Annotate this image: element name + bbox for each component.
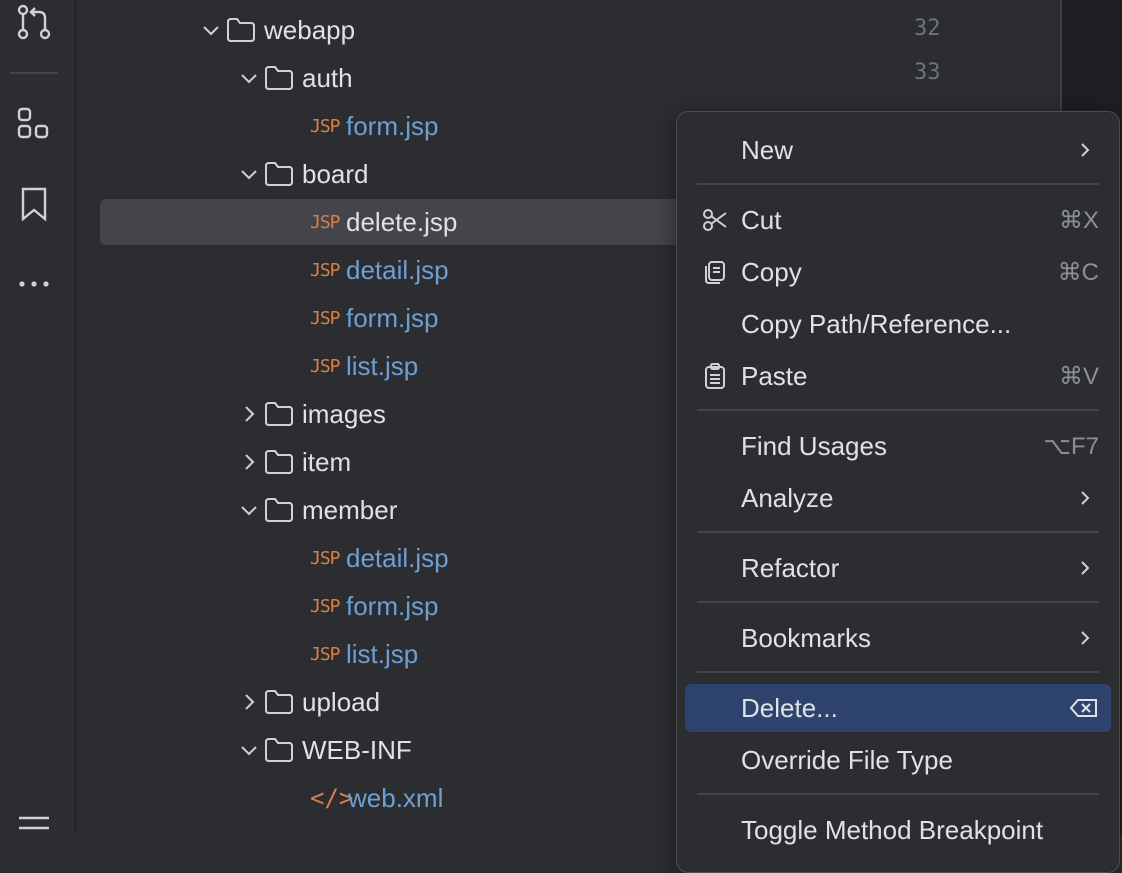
folder-icon bbox=[264, 449, 294, 475]
chevron-right-icon[interactable] bbox=[234, 687, 264, 717]
chevron-right-icon bbox=[1081, 631, 1090, 645]
menu-item-bookmarks[interactable]: Bookmarks bbox=[685, 614, 1111, 662]
menu-separator bbox=[697, 601, 1099, 603]
menu-item-new[interactable]: New bbox=[685, 126, 1111, 174]
chevron-down-icon[interactable] bbox=[234, 495, 264, 525]
chevron-right-icon[interactable] bbox=[234, 399, 264, 429]
bookmark-icon[interactable] bbox=[14, 184, 54, 224]
tree-item-label: form.jsp bbox=[346, 590, 439, 621]
tree-item-label: member bbox=[302, 494, 398, 525]
jsp-file-icon: JSP bbox=[310, 355, 341, 377]
jsp-file-icon: JSP bbox=[310, 643, 341, 665]
menu-item-copy-path[interactable]: Copy Path/Reference... bbox=[685, 300, 1111, 348]
clipboard-icon bbox=[705, 363, 725, 389]
menu-item-label: Cut bbox=[741, 204, 782, 235]
activity-separator bbox=[10, 72, 58, 74]
folder-icon bbox=[264, 65, 294, 91]
copy-icon bbox=[705, 261, 725, 284]
tree-folder-row[interactable]: webapp bbox=[100, 7, 880, 53]
delete-icon bbox=[1069, 699, 1097, 717]
menu-item-label: Find Usages bbox=[741, 430, 887, 461]
menu-item-analyze[interactable]: Analyze bbox=[685, 474, 1111, 522]
menu-shortcut: ⌘V bbox=[1058, 362, 1099, 390]
jsp-file-icon: JSP bbox=[310, 211, 341, 233]
folder-icon bbox=[264, 161, 294, 187]
tree-item-label: list.jsp bbox=[346, 350, 419, 381]
menu-item-copy[interactable]: Copy ⌘C bbox=[685, 248, 1111, 296]
list-icon[interactable] bbox=[14, 808, 54, 848]
tree-folder-row[interactable]: auth bbox=[100, 55, 880, 101]
menu-item-label: Copy Path/Reference... bbox=[741, 308, 1012, 339]
scissors-icon bbox=[703, 209, 727, 231]
menu-shortcut: ⌘X bbox=[1058, 206, 1099, 234]
menu-item-label: Toggle Method Breakpoint bbox=[741, 814, 1044, 845]
chevron-right-icon bbox=[1081, 143, 1090, 157]
folder-icon bbox=[226, 17, 256, 43]
menu-item-label: Paste bbox=[741, 360, 808, 391]
folder-icon bbox=[264, 737, 294, 763]
tree-item-label: detail.jsp bbox=[346, 542, 449, 573]
chevron-right-icon bbox=[1081, 491, 1090, 505]
menu-item-label: Bookmarks bbox=[741, 622, 872, 653]
menu-item-toggle-method-breakpoint[interactable]: Toggle Method Breakpoint bbox=[685, 806, 1111, 854]
tree-item-label: upload bbox=[302, 686, 381, 717]
activity-bar bbox=[0, 0, 76, 834]
menu-item-refactor[interactable]: Refactor bbox=[685, 544, 1111, 592]
tree-item-label: images bbox=[302, 398, 386, 429]
context-menu: New Cut ⌘X Copy ⌘C Copy Path/Reference..… bbox=[676, 111, 1120, 873]
folder-icon bbox=[264, 689, 294, 715]
menu-item-override-file-type[interactable]: Override File Type bbox=[685, 736, 1111, 784]
jsp-file-icon: JSP bbox=[310, 547, 341, 569]
jsp-file-icon: JSP bbox=[310, 595, 341, 617]
chevron-right-icon[interactable] bbox=[234, 447, 264, 477]
menu-separator bbox=[697, 531, 1099, 533]
chevron-down-icon[interactable] bbox=[234, 63, 264, 93]
chevron-down-icon[interactable] bbox=[196, 15, 226, 45]
menu-item-cut[interactable]: Cut ⌘X bbox=[685, 196, 1111, 244]
tree-item-label: list.jsp bbox=[346, 638, 419, 669]
folder-icon bbox=[264, 401, 294, 427]
chevron-down-icon[interactable] bbox=[234, 735, 264, 765]
menu-item-delete[interactable]: Delete... bbox=[685, 684, 1111, 732]
tree-item-label: detail.jsp bbox=[346, 254, 449, 285]
tree-item-label: WEB-INF bbox=[302, 734, 412, 765]
menu-item-label: Override File Type bbox=[741, 744, 953, 775]
jsp-file-icon: JSP bbox=[310, 115, 341, 137]
menu-separator bbox=[697, 183, 1099, 185]
line-number: 33 bbox=[914, 60, 941, 85]
structure-icon[interactable] bbox=[14, 104, 54, 144]
xml-file-icon: </> bbox=[310, 784, 354, 812]
menu-item-label: Analyze bbox=[741, 482, 834, 513]
jsp-file-icon: JSP bbox=[310, 307, 341, 329]
tree-item-label: auth bbox=[302, 62, 353, 93]
tree-item-label: web.xml bbox=[348, 782, 444, 813]
tree-item-label: board bbox=[302, 158, 369, 189]
menu-shortcut: ⌘C bbox=[1057, 258, 1099, 286]
folder-icon bbox=[264, 497, 294, 523]
line-number: 32 bbox=[914, 16, 941, 41]
chevron-down-icon[interactable] bbox=[234, 159, 264, 189]
tree-item-label: item bbox=[302, 446, 352, 477]
tree-item-label: webapp bbox=[264, 14, 356, 45]
menu-item-label: Refactor bbox=[741, 552, 840, 583]
menu-separator bbox=[697, 793, 1099, 795]
jsp-file-icon: JSP bbox=[310, 259, 341, 281]
menu-item-label: Copy bbox=[741, 256, 802, 287]
menu-item-find-usages[interactable]: Find Usages ⌥F7 bbox=[685, 422, 1111, 470]
tree-item-label: delete.jsp bbox=[346, 206, 458, 237]
menu-shortcut: ⌥F7 bbox=[1043, 432, 1099, 460]
menu-separator bbox=[697, 409, 1099, 411]
more-icon[interactable] bbox=[14, 264, 54, 304]
chevron-right-icon bbox=[1081, 561, 1090, 575]
menu-item-label: Delete... bbox=[741, 692, 838, 723]
menu-separator bbox=[697, 671, 1099, 673]
menu-item-paste[interactable]: Paste ⌘V bbox=[685, 352, 1111, 400]
git-pull-request-icon[interactable] bbox=[14, 2, 54, 42]
tree-item-label: form.jsp bbox=[346, 302, 439, 333]
menu-item-label: New bbox=[741, 134, 794, 165]
tree-item-label: form.jsp bbox=[346, 110, 439, 141]
